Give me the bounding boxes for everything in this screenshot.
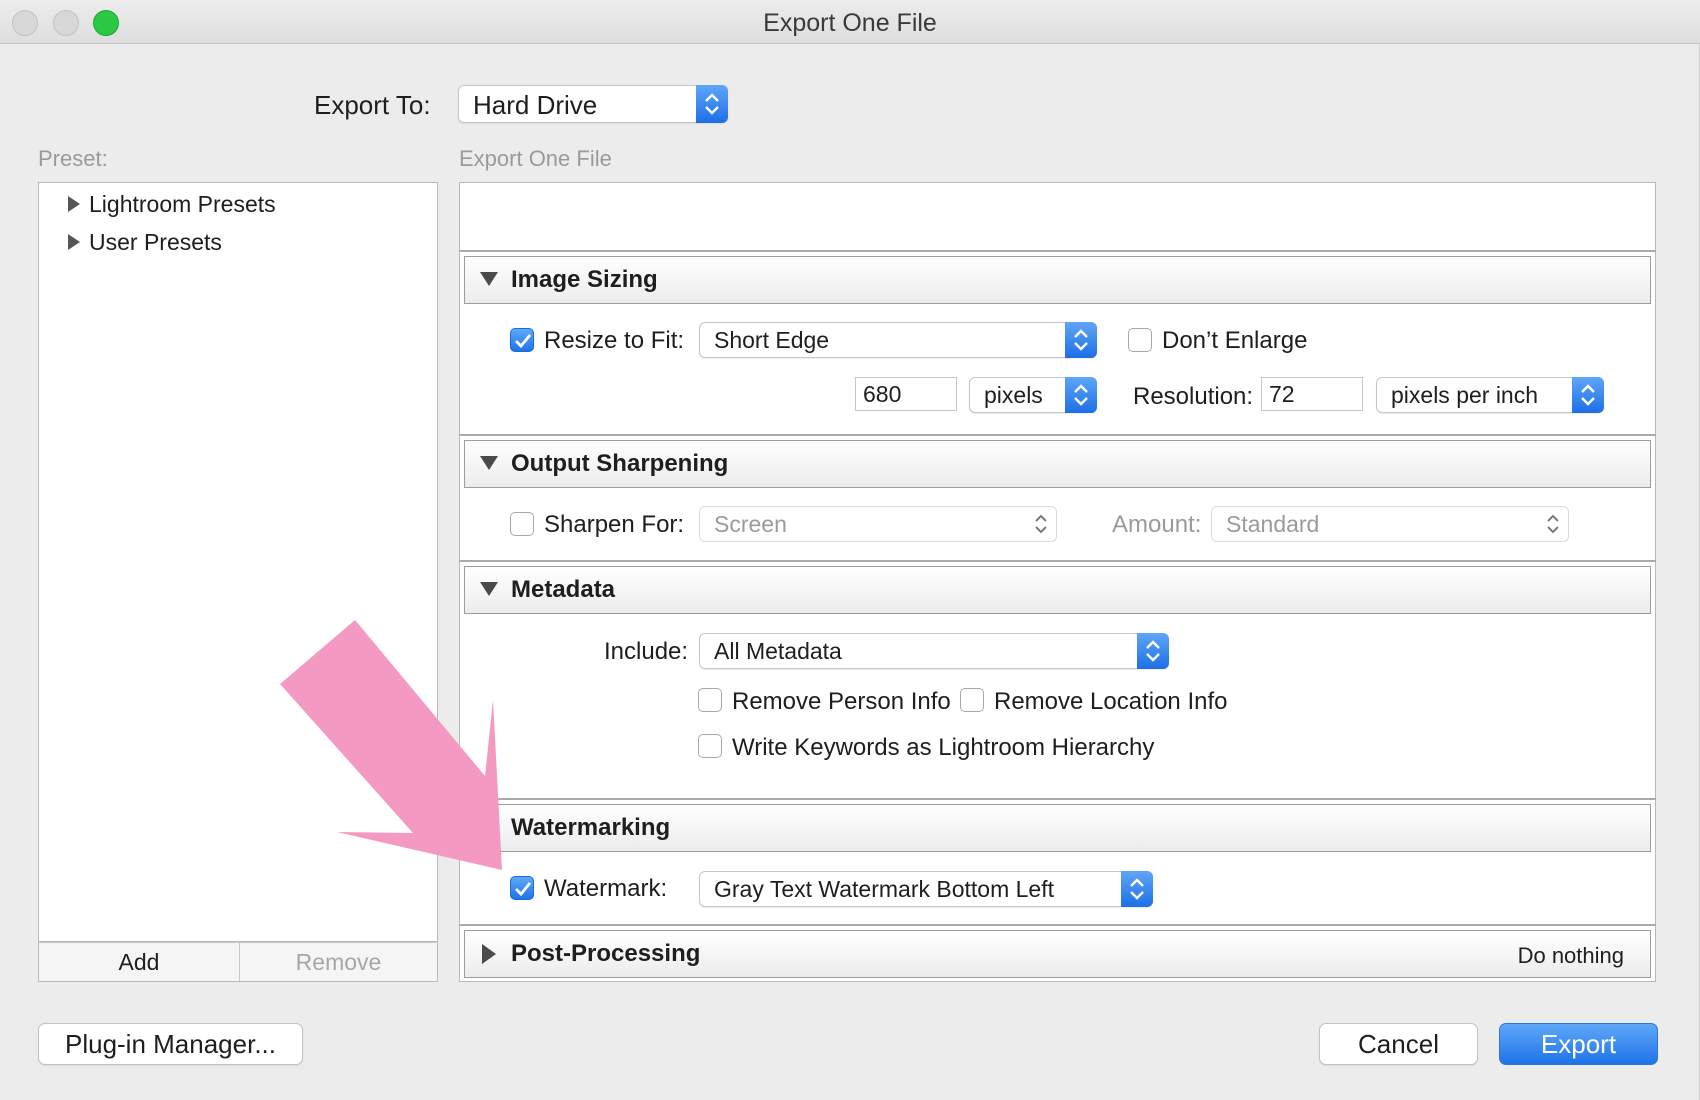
pink-arrow-icon [280, 620, 502, 870]
export-dialog: Export One File Export To: Hard Drive Pr… [0, 0, 1700, 1100]
